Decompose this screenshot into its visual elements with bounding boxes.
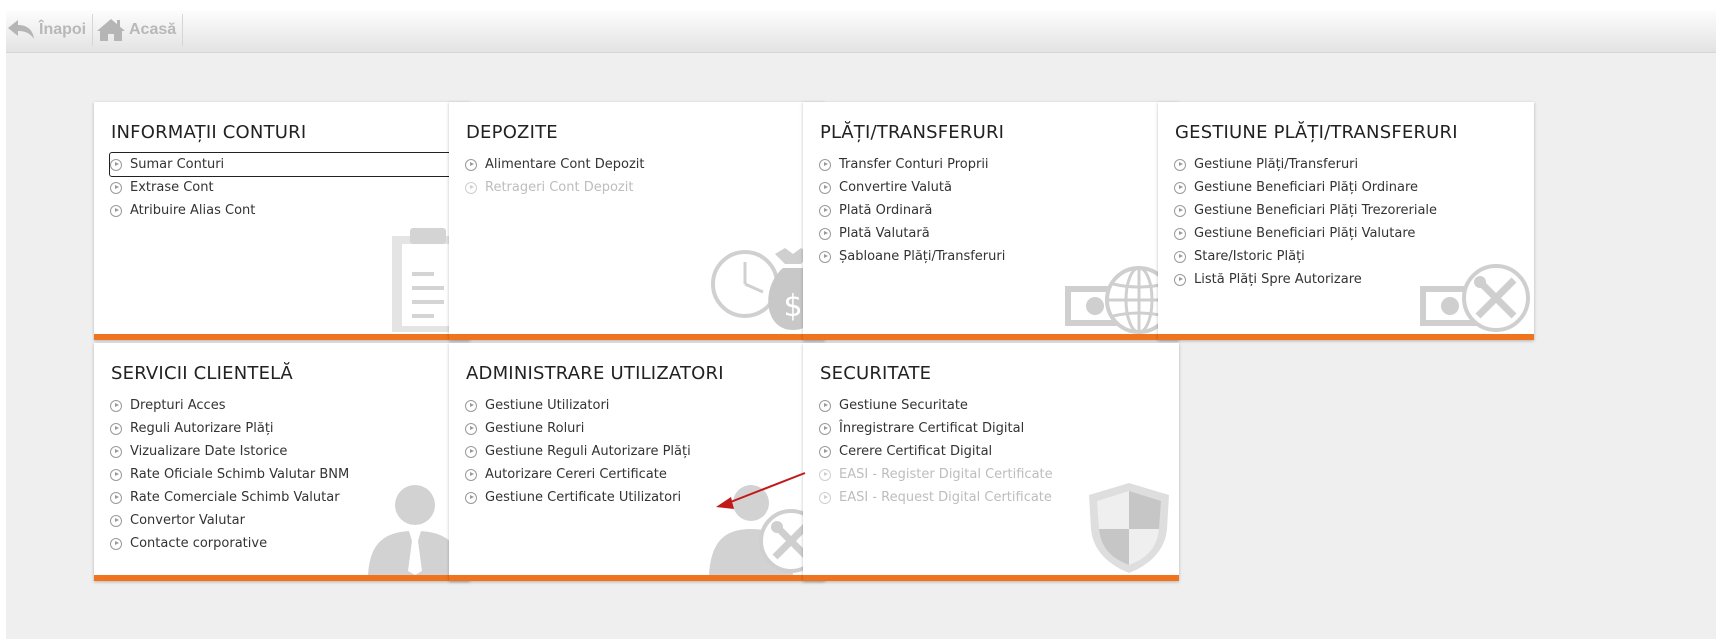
- tile-title: SERVICII CLIENTELĂ: [111, 363, 293, 384]
- play-circle-icon: [1174, 250, 1186, 263]
- tile-depozite: DEPOZITE Alimentare Cont Depozit Retrage…: [449, 102, 825, 340]
- menu-item-retrageri-cont-depozit: Retrageri Cont Depozit: [465, 176, 825, 199]
- tile-title: GESTIUNE PLĂȚI/TRANSFERURI: [1175, 122, 1458, 143]
- menu-item-reguli-autorizare-plati[interactable]: Reguli Autorizare Plăți: [110, 417, 470, 440]
- play-circle-icon: [110, 422, 122, 435]
- tile-securitate: SECURITATE Gestiune Securitate Înregistr…: [803, 343, 1179, 581]
- menu-item-plata-ordinara[interactable]: Plată Ordinară: [819, 199, 1179, 222]
- menu-item-extrase-cont[interactable]: Extrase Cont: [110, 176, 470, 199]
- menu-item-sumar-conturi[interactable]: Sumar Conturi: [109, 152, 469, 177]
- home-icon: [97, 19, 125, 41]
- menu-item-cerere-certificat-digital[interactable]: Cerere Certificat Digital: [819, 440, 1179, 463]
- tile-title: DEPOZITE: [466, 122, 558, 143]
- banknote-tools-icon: [1420, 264, 1530, 332]
- play-circle-icon: [819, 158, 831, 171]
- play-circle-icon: [465, 468, 477, 481]
- play-circle-icon: [465, 181, 477, 194]
- play-circle-icon: [819, 491, 831, 504]
- tile-administrare-utilizatori: ADMINISTRARE UTILIZATORI Gestiune Utiliz…: [449, 343, 825, 581]
- menu-item-gestiune-beneficiari-plati-valutare[interactable]: Gestiune Beneficiari Plăți Valutare: [1174, 222, 1534, 245]
- menu-item-vizualizare-date-istorice[interactable]: Vizualizare Date Istorice: [110, 440, 470, 463]
- menu-item-inregistrare-certificat-digital[interactable]: Înregistrare Certificat Digital: [819, 417, 1179, 440]
- back-button[interactable]: Înapoi: [6, 14, 94, 46]
- tile-title: SECURITATE: [820, 363, 932, 384]
- tile-menu: Alimentare Cont Depozit Retrageri Cont D…: [465, 153, 825, 199]
- tile-menu: Sumar Conturi Extrase Cont Atribuire Ali…: [109, 152, 470, 222]
- menu-item-plata-valutara[interactable]: Plată Valutară: [819, 222, 1179, 245]
- app-frame: Înapoi Acasă INFORMAȚII CONTURI Sumar Co…: [6, 10, 1716, 639]
- home-button[interactable]: Acasă: [96, 14, 184, 46]
- svg-text:$: $: [783, 289, 802, 324]
- play-circle-icon: [465, 399, 477, 412]
- menu-item-gestiune-roluri[interactable]: Gestiune Roluri: [465, 417, 825, 440]
- menu-item-transfer-conturi-proprii[interactable]: Transfer Conturi Proprii: [819, 153, 1179, 176]
- play-circle-icon: [110, 399, 122, 412]
- play-circle-icon: [819, 181, 831, 194]
- tile-title: INFORMAȚII CONTURI: [111, 122, 307, 143]
- play-circle-icon: [1174, 158, 1186, 171]
- tile-title: PLĂȚI/TRANSFERURI: [820, 122, 1005, 143]
- tile-informatii-conturi: INFORMAȚII CONTURI Sumar Conturi Extrase…: [94, 102, 470, 340]
- play-circle-icon: [110, 537, 122, 550]
- play-circle-icon: [819, 468, 831, 481]
- play-circle-icon: [110, 445, 122, 458]
- play-circle-icon: [110, 181, 122, 194]
- play-circle-icon: [819, 445, 831, 458]
- home-button-label: Acasă: [129, 21, 177, 38]
- menu-item-gestiune-utilizatori[interactable]: Gestiune Utilizatori: [465, 394, 825, 417]
- menu-item-convertire-valuta[interactable]: Convertire Valută: [819, 176, 1179, 199]
- tile-gestiune-plati-transferuri: GESTIUNE PLĂȚI/TRANSFERURI Gestiune Plăț…: [1158, 102, 1534, 340]
- back-button-label: Înapoi: [39, 21, 87, 38]
- play-circle-icon: [465, 445, 477, 458]
- play-circle-icon: [819, 399, 831, 412]
- play-circle-icon: [1174, 204, 1186, 217]
- play-circle-icon: [110, 158, 122, 171]
- play-circle-icon: [110, 204, 122, 217]
- play-circle-icon: [1174, 227, 1186, 240]
- tile-title: ADMINISTRARE UTILIZATORI: [466, 363, 724, 384]
- play-circle-icon: [465, 422, 477, 435]
- menu-item-gestiune-beneficiari-plati-trezoreriale[interactable]: Gestiune Beneficiari Plăți Trezoreriale: [1174, 199, 1534, 222]
- menu-item-gestiune-beneficiari-plati-ordinare[interactable]: Gestiune Beneficiari Plăți Ordinare: [1174, 176, 1534, 199]
- menu-item-drepturi-acces[interactable]: Drepturi Acces: [110, 394, 470, 417]
- menu-item-gestiune-reguli-autorizare-plati[interactable]: Gestiune Reguli Autorizare Plăți: [465, 440, 825, 463]
- play-circle-icon: [465, 491, 477, 504]
- back-arrow-icon: [8, 20, 34, 39]
- play-circle-icon: [1174, 273, 1186, 286]
- top-toolbar: Înapoi Acasă: [6, 10, 1716, 53]
- menu-item-alimentare-cont-depozit[interactable]: Alimentare Cont Depozit: [465, 153, 825, 176]
- shield-icon: [1089, 483, 1169, 573]
- play-circle-icon: [110, 491, 122, 504]
- play-circle-icon: [1174, 181, 1186, 194]
- play-circle-icon: [819, 227, 831, 240]
- play-circle-icon: [110, 468, 122, 481]
- play-circle-icon: [819, 250, 831, 263]
- tile-plati-transferuri: PLĂȚI/TRANSFERURI Transfer Conturi Propr…: [803, 102, 1179, 340]
- menu-item-gestiune-securitate[interactable]: Gestiune Securitate: [819, 394, 1179, 417]
- play-circle-icon: [819, 204, 831, 217]
- play-circle-icon: [110, 514, 122, 527]
- tile-servicii-clientela: SERVICII CLIENTELĂ Drepturi Acces Reguli…: [94, 343, 470, 581]
- play-circle-icon: [819, 422, 831, 435]
- play-circle-icon: [465, 158, 477, 171]
- menu-item-gestiune-plati-transferuri[interactable]: Gestiune Plăți/Transferuri: [1174, 153, 1534, 176]
- tile-menu: Transfer Conturi Proprii Convertire Valu…: [819, 153, 1179, 268]
